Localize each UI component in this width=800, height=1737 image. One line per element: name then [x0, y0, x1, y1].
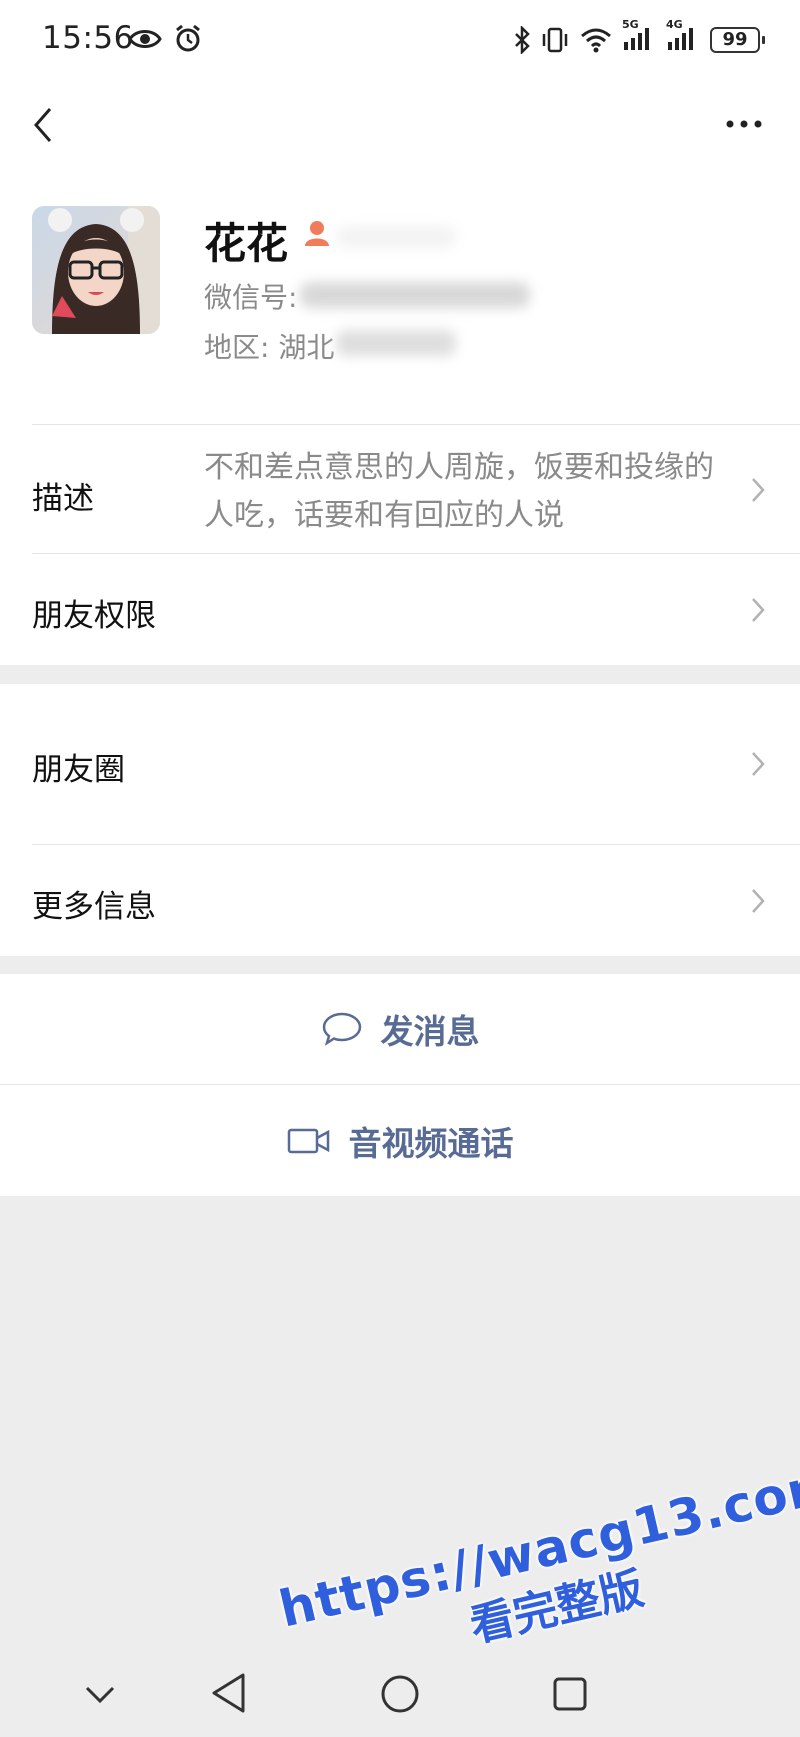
home-circle-icon[interactable]: [380, 1674, 420, 1714]
video-call-label: 音视频通话: [348, 1123, 514, 1163]
blurred-region: [336, 226, 456, 248]
chat-bubble-icon: [322, 1012, 361, 1046]
region-label: 地区: 湖北: [204, 331, 335, 364]
female-user-icon: [305, 221, 329, 246]
chevron-down-icon[interactable]: [84, 1684, 116, 1706]
battery-indicator: 99: [710, 26, 765, 53]
signal-5g: 5G: [622, 18, 656, 55]
send-message-button[interactable]: 发消息: [0, 974, 800, 1084]
chevron-right-icon: [752, 752, 765, 776]
send-message-label: 发消息: [380, 1012, 480, 1051]
video-call-button[interactable]: 音视频通话: [0, 1085, 800, 1196]
moments-label: 朋友圈: [32, 752, 125, 788]
status-time: 15:56: [42, 20, 134, 56]
back-triangle-icon[interactable]: [210, 1672, 248, 1714]
chevron-right-icon: [752, 478, 765, 502]
description-label: 描述: [32, 481, 94, 517]
more-info-row[interactable]: 更多信息: [0, 845, 800, 956]
more-options-icon[interactable]: [724, 112, 764, 136]
profile-name: 花花: [204, 219, 289, 268]
status-bar: 15:56 5G 4G 99: [0, 0, 800, 80]
chevron-right-icon: [752, 889, 765, 913]
video-camera-icon: [287, 1128, 329, 1153]
wifi-icon: [581, 28, 611, 52]
moments-row[interactable]: 朋友圈: [0, 684, 800, 844]
vibrate-icon: [542, 27, 568, 52]
description-text: 不和差点意思的人周旋，饭要和投缘的人吃，话要和有回应的人说: [204, 450, 714, 533]
eye-icon: [128, 30, 162, 48]
chevron-right-icon: [752, 598, 765, 622]
back-arrow-icon[interactable]: [28, 105, 58, 145]
status-right-icons: 5G 4G 99: [514, 18, 765, 55]
blurred-wechat-id: [300, 282, 530, 308]
friend-permissions-row[interactable]: 朋友权限: [0, 554, 800, 665]
signal-4g-label: 4G: [666, 18, 683, 31]
status-left-icons: [128, 24, 203, 54]
blurred-region-value: [336, 330, 456, 356]
friend-permissions-label: 朋友权限: [32, 598, 156, 634]
bluetooth-icon: [515, 25, 530, 54]
signal-4g: 4G: [666, 18, 700, 55]
recents-square-icon[interactable]: [552, 1676, 588, 1712]
avatar[interactable]: [32, 206, 160, 334]
avatar-image: [32, 206, 160, 334]
alarm-icon: [176, 24, 201, 52]
wechat-id-label: 微信号:: [204, 281, 298, 314]
signal-5g-label: 5G: [622, 18, 639, 31]
more-info-label: 更多信息: [32, 889, 156, 925]
